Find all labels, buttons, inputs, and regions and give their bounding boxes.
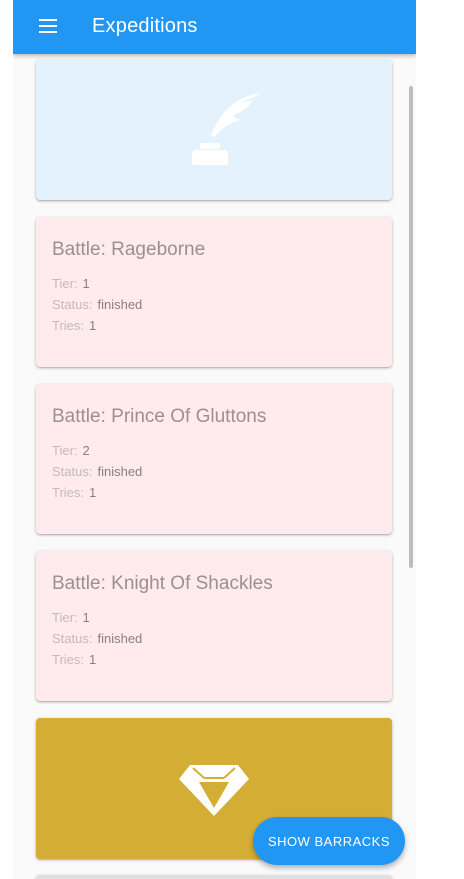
tier-value: 2 [82,443,90,458]
status-label: Status: [52,464,93,479]
status-value: finished [97,464,143,479]
list-item [36,875,392,879]
battle-title: Battle: Rageborne [52,239,206,260]
tries-row: Tries: 1 [52,652,96,667]
status-value: finished [97,297,143,312]
scrollbar[interactable] [409,86,413,568]
status-row: Status: finished [52,631,142,646]
show-barracks-button[interactable]: SHOW BARRACKS [253,817,405,865]
hamburger-menu-icon[interactable] [37,16,59,38]
tier-row: Tier: 1 [52,610,90,625]
battle-card[interactable]: Battle: Prince Of Gluttons Tier: 2 Status… [36,384,392,534]
tier-row: Tier: 1 [52,276,90,291]
tier-value: 1 [82,276,90,291]
tries-label: Tries: [52,652,85,667]
tier-row: Tier: 2 [52,443,90,458]
battle-card[interactable]: Battle: Knight Of Shackles Tier: 1 Status… [36,551,392,701]
status-value: finished [97,631,143,646]
battle-title: Battle: Knight Of Shackles [52,573,273,594]
tries-row: Tries: 1 [52,485,96,500]
tier-label: Tier: [52,443,78,458]
tries-value: 1 [89,318,97,333]
tier-value: 1 [82,610,90,625]
tries-value: 1 [89,652,97,667]
status-row: Status: finished [52,297,142,312]
tries-value: 1 [89,485,97,500]
status-label: Status: [52,631,93,646]
status-label: Status: [52,297,93,312]
battle-title: Battle: Prince Of Gluttons [52,406,267,427]
tries-label: Tries: [52,318,85,333]
tries-row: Tries: 1 [52,318,96,333]
status-row: Status: finished [52,464,142,479]
tier-label: Tier: [52,610,78,625]
expedition-image-card[interactable] [36,60,392,200]
tries-label: Tries: [52,485,85,500]
app-window: Expeditions Battle: Rageborne Tier: 1 Sta… [13,0,416,879]
battle-card[interactable]: Battle: Rageborne Tier: 1 Status: finished… [36,217,392,367]
quill-inkwell-icon [192,93,261,165]
tier-label: Tier: [52,276,78,291]
page-title: Expeditions [92,15,198,37]
diamond-icon [179,765,249,816]
app-bar: Expeditions [13,0,416,54]
